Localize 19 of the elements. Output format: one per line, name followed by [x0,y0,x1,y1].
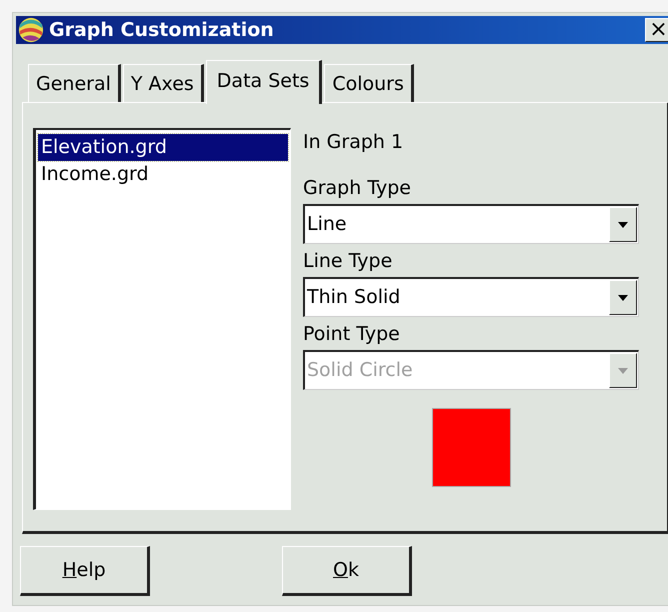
dialog-button[interactable]: Ok [282,546,412,596]
tab[interactable]: General [28,64,121,102]
data-set-list[interactable]: Elevation.grd Income.grd [33,128,291,510]
colour-swatch[interactable] [432,408,510,487]
dropdown[interactable]: Thin Solid [303,277,639,317]
window-title: Graph Customization [49,19,275,41]
tab[interactable]: Colours [324,64,414,102]
dropdown[interactable]: Line [303,204,639,244]
list-item[interactable]: Income.grd [38,161,288,188]
graph-label: In Graph 1 [303,130,404,155]
tab[interactable]: Y Axes [122,64,204,102]
field-label: Graph Type [303,176,412,201]
sphere-icon [18,17,44,43]
tab[interactable]: Data Sets [206,60,322,104]
dialog-button[interactable]: Help [20,546,150,596]
close-button[interactable]: × [645,18,668,42]
field-label: Line Type [303,249,394,274]
list-item[interactable]: Elevation.grd [38,134,288,161]
field-label: Point Type [303,322,401,347]
